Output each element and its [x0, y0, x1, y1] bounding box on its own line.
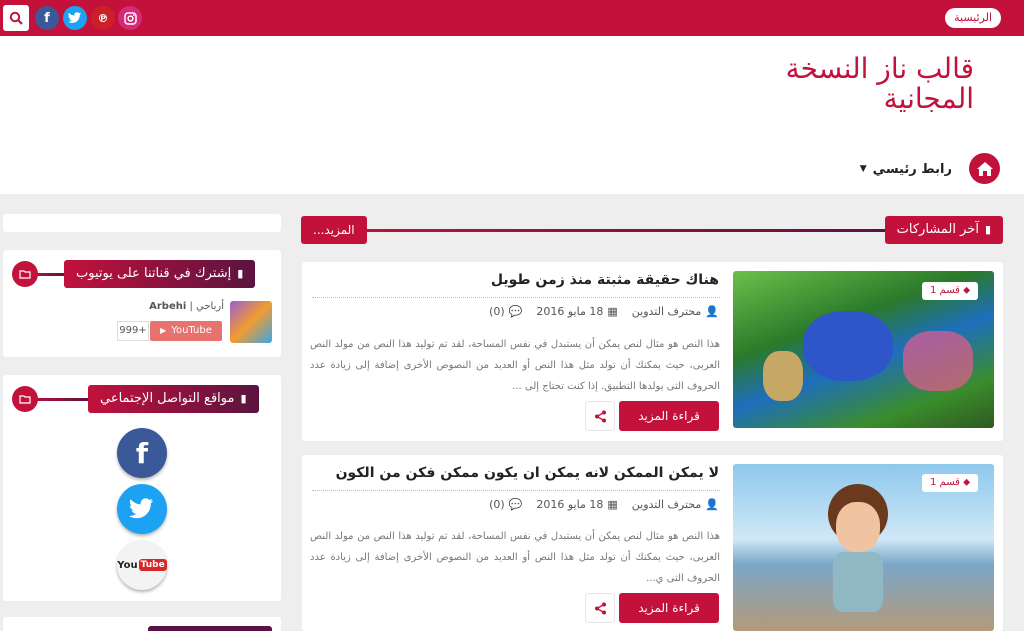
facebook-icon[interactable]: f [117, 428, 167, 478]
category-badge[interactable]: ⬥ قسم 1 [922, 474, 979, 492]
post-comments[interactable]: (0) [489, 498, 505, 511]
search-icon [9, 11, 23, 25]
home-link[interactable]: الرئيسية [945, 8, 1001, 28]
read-more-button[interactable]: قراءة المزيد [619, 593, 719, 623]
tag-icon: ⬥ [963, 477, 971, 488]
search-button[interactable] [3, 5, 29, 31]
comments-icon: 💬 [508, 305, 523, 318]
facebook-icon[interactable]: f [35, 6, 59, 30]
calendar-icon: ▦ [607, 498, 618, 511]
instagram-icon[interactable] [118, 6, 142, 30]
illustration-creature [763, 351, 803, 401]
read-more-button[interactable]: قراءة المزيد [619, 401, 719, 431]
social-widget-title: ▮ مواقع التواصل الإجتماعي [88, 385, 259, 413]
site-title[interactable]: قالب ناز النسخة المجانية [734, 54, 974, 114]
youtube-icon[interactable]: You Tube [117, 540, 167, 590]
post-date: 18 مايو 2016 [536, 498, 604, 511]
channel-sub: أرباحي | [189, 301, 224, 312]
post-author[interactable]: محترف التدوين [632, 498, 702, 511]
bookmark-icon: ▮ [984, 223, 991, 236]
share-icon [594, 410, 606, 422]
illustration-bird [803, 311, 893, 381]
share-button[interactable] [585, 401, 615, 431]
illustration-body [833, 552, 883, 612]
section-title: ▮ آخر المشاركات [884, 216, 1003, 244]
section-divider-line [330, 229, 890, 232]
post-title[interactable]: لا يمكن الممكن لانه يمكن ان يكون ممكن فك… [319, 465, 719, 481]
youtube-subscribe-button[interactable]: ▶ YouTube [150, 321, 222, 341]
nav-home-button[interactable] [969, 153, 1000, 184]
nav-item-main-link[interactable]: رابط رئيسي ▼ [860, 160, 952, 178]
share-button[interactable] [585, 593, 615, 623]
widget-title-label: مواقع التواصل الإجتماعي [100, 391, 235, 406]
post-excerpt: هذا النص هو مثال لنص يمكن أن يستبدل في ن… [310, 339, 720, 392]
nav-item-label: رابط رئيسي [872, 161, 952, 177]
post-title[interactable]: هناك حقيقة مثبتة منذ زمن طويل [319, 272, 719, 288]
play-icon: ▶ [160, 326, 167, 335]
calendar-icon: ▦ [607, 305, 618, 318]
user-icon: 👤 [705, 498, 719, 511]
post-excerpt: هذا النص هو مثال لنص يمكن أن يستبدل في ن… [310, 531, 720, 584]
channel-avatar[interactable] [230, 301, 272, 343]
more-posts-link[interactable]: المزيد... [301, 216, 367, 244]
pinterest-icon[interactable]: ℗ [91, 6, 115, 30]
comments-icon: 💬 [508, 498, 523, 511]
post-date: 18 مايو 2016 [536, 305, 604, 318]
channel-name: Arbehi [149, 301, 187, 312]
widget-title-label: إشترك في قناتنا على يوتيوب [76, 266, 232, 281]
channel-info: أرباحي | Arbehi [120, 301, 224, 312]
illustration-face [836, 502, 880, 552]
tag-icon: ⬥ [963, 285, 971, 296]
post-meta: 👤 محترف التدوين ▦ 18 مايو 2016 💬 (0) [489, 305, 719, 318]
post-author[interactable]: محترف التدوين [632, 305, 702, 318]
category-badge[interactable]: ⬥ قسم 1 [922, 282, 979, 300]
home-icon [976, 161, 993, 176]
next-widget-title [148, 626, 272, 631]
bookmark-icon: ▮ [237, 267, 244, 280]
illustration-flowers [903, 331, 973, 391]
share-icon [594, 602, 606, 614]
chevron-down-icon: ▼ [859, 164, 867, 174]
bookmark-icon: ▮ [240, 392, 247, 405]
user-icon: 👤 [705, 305, 719, 318]
section-title-label: آخر المشاركات [896, 222, 979, 237]
subscriber-count: 999+ [117, 321, 149, 341]
post-meta: 👤 محترف التدوين ▦ 18 مايو 2016 💬 (0) [489, 498, 719, 511]
twitter-icon[interactable] [117, 484, 167, 534]
post-comments[interactable]: (0) [489, 305, 505, 318]
sidebar-empty-widget [3, 214, 281, 232]
folder-icon [12, 261, 38, 287]
youtube-widget-title: ▮ إشترك في قناتنا على يوتيوب [64, 260, 256, 288]
twitter-icon[interactable] [63, 6, 87, 30]
post-divider [312, 297, 720, 298]
post-divider [312, 490, 720, 491]
top-bar [0, 0, 1024, 36]
folder-icon [12, 386, 38, 412]
